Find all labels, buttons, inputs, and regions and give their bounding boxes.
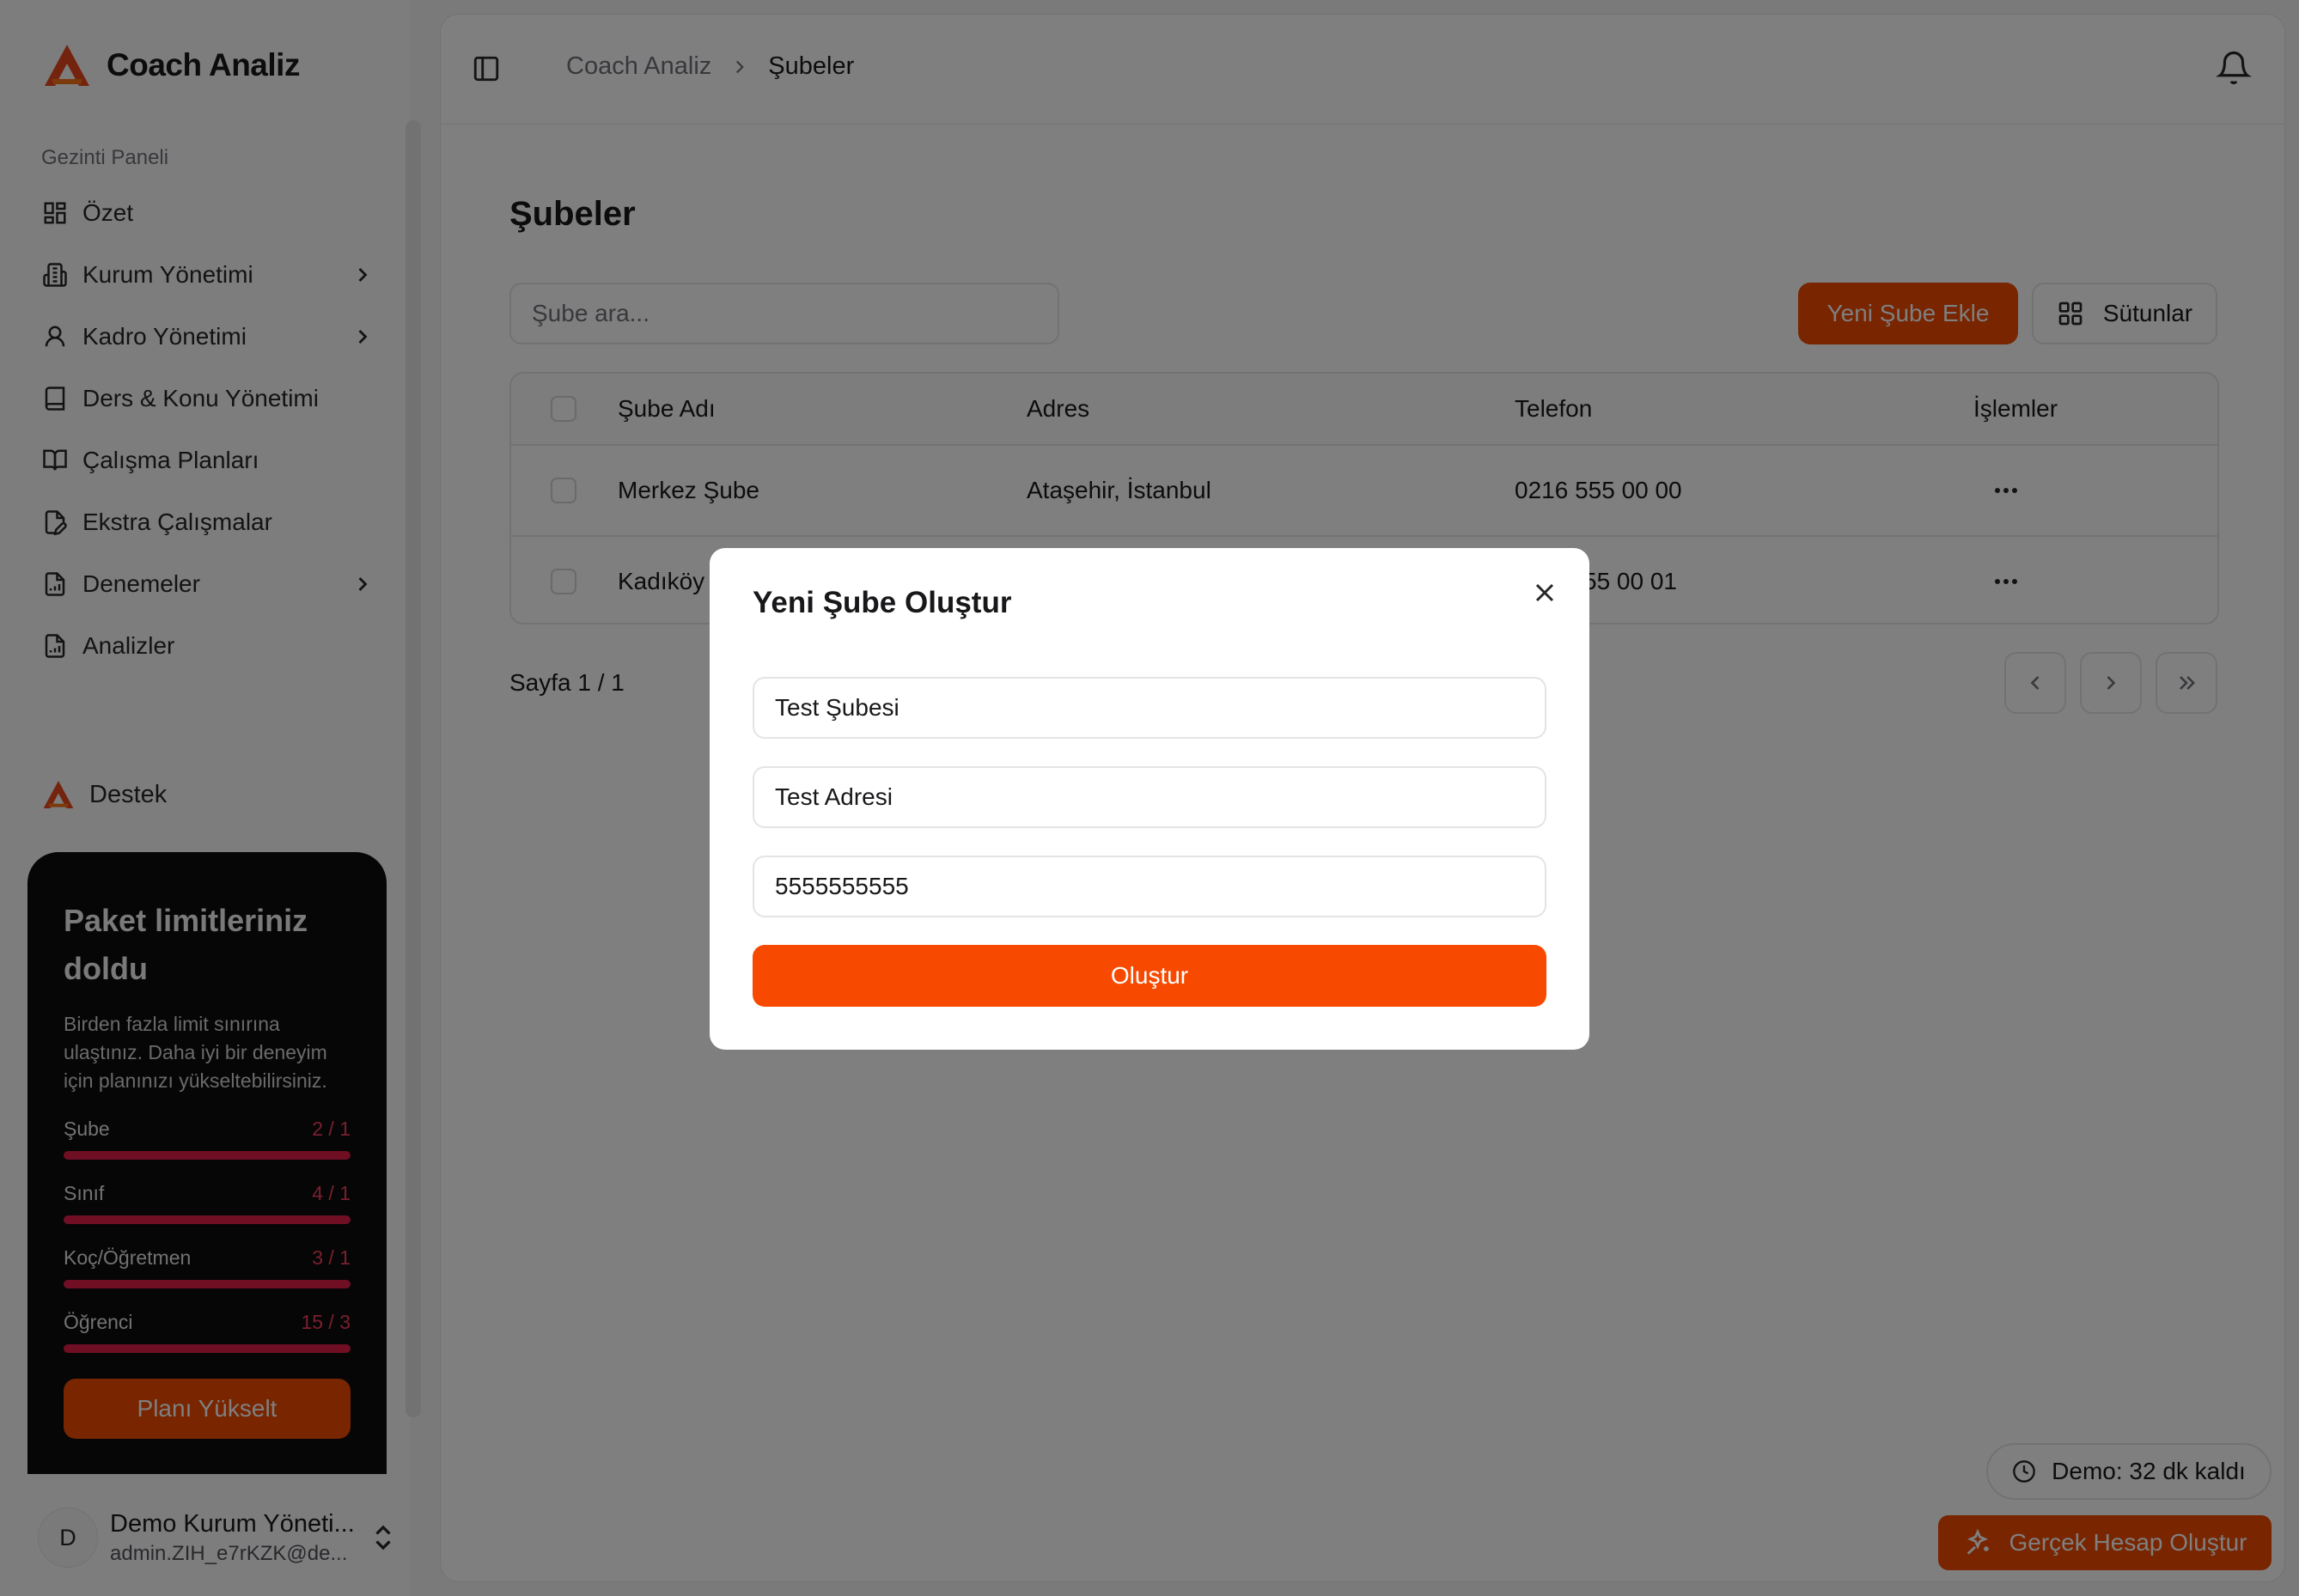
- close-icon[interactable]: [1529, 577, 1560, 608]
- create-submit-button[interactable]: Oluştur: [753, 945, 1546, 1007]
- branch-phone-input[interactable]: [753, 856, 1546, 917]
- create-branch-dialog: Yeni Şube Oluştur Oluştur: [710, 548, 1589, 1050]
- branch-name-input[interactable]: [753, 677, 1546, 739]
- dialog-title: Yeni Şube Oluştur: [753, 586, 1012, 619]
- branch-address-input[interactable]: [753, 766, 1546, 828]
